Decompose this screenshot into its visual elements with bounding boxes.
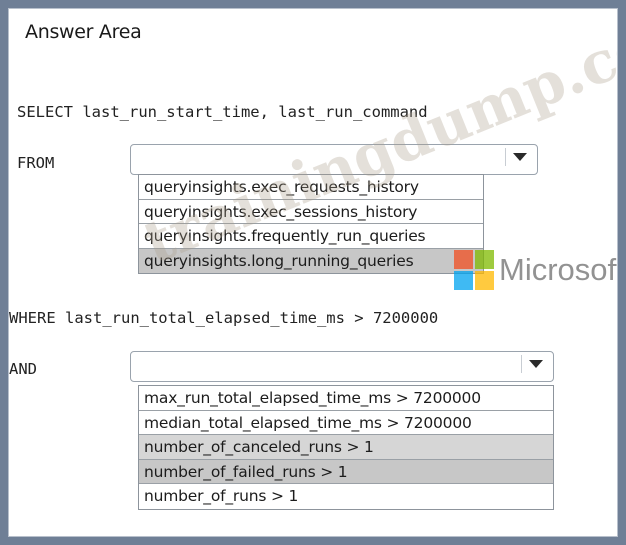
where-clause: WHERE last_run_total_elapsed_time_ms > 7… <box>9 309 439 327</box>
answer-area-panel: Answer Area SELECT last_run_start_time, … <box>8 8 618 537</box>
from-option[interactable]: queryinsights.exec_requests_history <box>139 175 483 200</box>
from-option[interactable]: queryinsights.long_running_queries <box>139 248 483 273</box>
from-table-dropdown[interactable] <box>130 144 538 175</box>
and-option[interactable]: number_of_runs > 1 <box>139 484 553 509</box>
and-option[interactable]: number_of_canceled_runs > 1 <box>139 435 553 460</box>
chevron-down-icon <box>513 153 527 161</box>
from-options-list: queryinsights.exec_requests_history quer… <box>138 174 484 274</box>
from-dropdown-toggle[interactable] <box>505 148 534 166</box>
and-options-list: max_run_total_elapsed_time_ms > 7200000 … <box>138 385 554 510</box>
from-option[interactable]: queryinsights.exec_sessions_history <box>139 200 483 224</box>
answer-area-title: Answer Area <box>25 21 142 43</box>
and-keyword: AND <box>9 360 37 378</box>
and-option[interactable]: max_run_total_elapsed_time_ms > 7200000 <box>139 386 553 411</box>
microsoft-logo-icon <box>454 250 494 290</box>
from-option[interactable]: queryinsights.frequently_run_queries <box>139 224 483 249</box>
from-keyword: FROM <box>17 154 55 172</box>
microsoft-watermark: Microsoft <box>499 252 618 287</box>
and-option[interactable]: number_of_failed_runs > 1 <box>139 459 553 484</box>
and-condition-dropdown[interactable] <box>130 351 554 382</box>
and-option[interactable]: median_total_elapsed_time_ms > 7200000 <box>139 411 553 435</box>
and-dropdown-toggle[interactable] <box>521 355 550 373</box>
chevron-down-icon <box>529 360 543 368</box>
select-clause: SELECT last_run_start_time, last_run_com… <box>17 103 428 121</box>
